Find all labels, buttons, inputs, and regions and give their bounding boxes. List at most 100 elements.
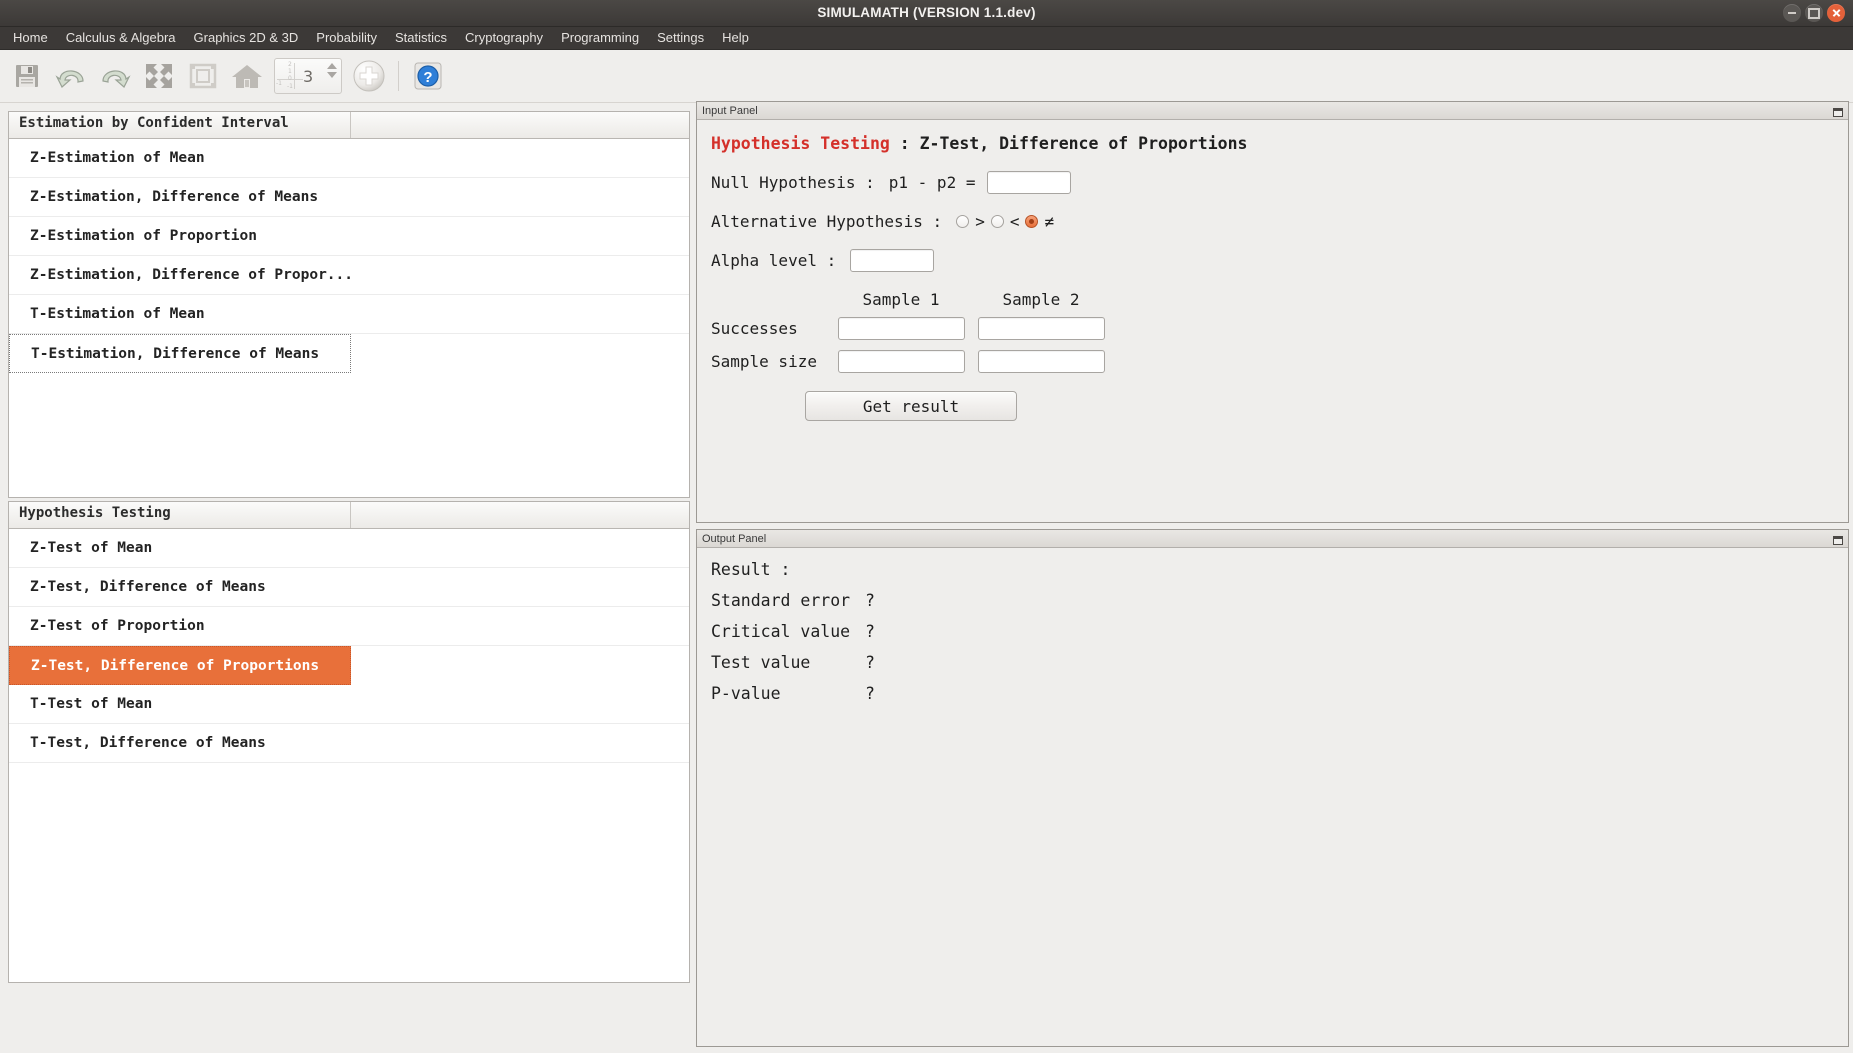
standard-error-value: ?	[865, 591, 875, 610]
list-item[interactable]: Z-Estimation of Mean	[9, 139, 689, 178]
null-hypothesis-input[interactable]	[987, 171, 1072, 194]
fit-frame-icon	[189, 63, 217, 89]
minimize-icon	[1788, 12, 1796, 14]
radio-not-equal[interactable]	[1025, 215, 1039, 228]
list-item[interactable]: T-Test of Mean	[9, 685, 689, 724]
input-panel-heading: Hypothesis Testing : Z-Test, Difference …	[711, 134, 1848, 153]
alpha-level-input[interactable]	[850, 249, 935, 272]
menu-item-help[interactable]: Help	[713, 27, 758, 49]
null-hypothesis-row: Null Hypothesis : p1 - p2 =	[711, 171, 1848, 194]
input-panel-body: Hypothesis Testing : Z-Test, Difference …	[697, 120, 1848, 522]
list-item[interactable]: T-Estimation of Mean	[9, 295, 689, 334]
help-button[interactable]: ?	[407, 53, 449, 99]
undo-button[interactable]	[50, 53, 92, 99]
save-button[interactable]	[6, 53, 48, 99]
sample-size-sample1-input[interactable]	[837, 350, 965, 373]
menu-item-cryptography[interactable]: Cryptography	[456, 27, 552, 49]
close-icon	[1832, 9, 1841, 18]
menu-item-home[interactable]: Home	[4, 27, 57, 49]
input-panel: Input Panel Hypothesis Testing : Z-Test,…	[696, 101, 1849, 523]
minimize-button[interactable]	[1783, 4, 1801, 22]
alternative-symbol-greater: >	[975, 212, 985, 231]
test-value-label: Test value	[711, 653, 811, 672]
list-item[interactable]: Z-Test of Proportion	[9, 607, 689, 646]
application-window: SIMULAMATH (VERSION 1.1.dev) Home Calcul…	[0, 0, 1853, 1053]
radio-greater-than[interactable]	[956, 215, 970, 228]
hypothesis-list-header: Hypothesis Testing	[9, 502, 689, 529]
maximize-button[interactable]	[1805, 4, 1823, 22]
menu-item-calculus[interactable]: Calculus & Algebra	[57, 27, 185, 49]
list-item[interactable]: Z-Estimation of Proportion	[9, 217, 689, 256]
p-value-value: ?	[865, 684, 875, 703]
successes-sample1-input[interactable]	[837, 317, 965, 340]
menu-item-probability[interactable]: Probability	[307, 27, 386, 49]
axis-tick-neg1-y: -1	[287, 83, 293, 90]
heading-hypothesis-testing: Hypothesis Testing	[711, 134, 890, 153]
successes-sample2-input[interactable]	[977, 317, 1105, 340]
menu-item-statistics[interactable]: Statistics	[386, 27, 456, 49]
successes-label: Successes	[711, 319, 798, 338]
output-panel-title-bar: Output Panel	[697, 530, 1848, 548]
null-hypothesis-expression: p1 - p2 =	[888, 173, 976, 192]
list-item-focused[interactable]: T-Estimation, Difference of Means	[9, 334, 351, 373]
svg-text:?: ?	[423, 69, 432, 86]
menu-item-programming[interactable]: Programming	[552, 27, 648, 49]
sample-size-sample2-input[interactable]	[977, 350, 1105, 373]
radio-less-than[interactable]	[990, 215, 1004, 228]
hypothesis-list-body: Z-Test of Mean Z-Test, Difference of Mea…	[9, 529, 689, 982]
menu-item-graphics[interactable]: Graphics 2D & 3D	[185, 27, 308, 49]
sample-size-label: Sample size	[711, 352, 817, 371]
estimation-header-label: Estimation by Confident Interval	[9, 112, 351, 138]
axis-tick-1: 1	[288, 68, 292, 75]
window-title: SIMULAMATH (VERSION 1.1.dev)	[817, 5, 1036, 20]
output-panel-undock-button[interactable]	[1832, 534, 1843, 545]
close-button[interactable]	[1827, 4, 1845, 22]
save-icon	[16, 65, 38, 87]
list-item[interactable]: Z-Estimation, Difference of Means	[9, 178, 689, 217]
spinner-arrows[interactable]	[327, 63, 337, 78]
input-panel-undock-button[interactable]	[1832, 106, 1843, 117]
help-question-icon: ?	[414, 62, 442, 90]
list-item[interactable]: T-Test, Difference of Means	[9, 724, 689, 763]
title-bar: SIMULAMATH (VERSION 1.1.dev)	[0, 0, 1853, 27]
get-result-button[interactable]: Get result	[805, 391, 1017, 421]
result-label-line: Result :	[711, 560, 1848, 579]
sample-grid: Sample 1 Sample 2 Successes Sample size …	[711, 290, 1848, 421]
test-value-value: ?	[865, 653, 875, 672]
axis-tick-2: 2	[288, 61, 292, 68]
list-item[interactable]: Z-Test, Difference of Means	[9, 568, 689, 607]
estimation-header-second	[351, 112, 689, 138]
standard-error-label: Standard error	[711, 591, 851, 610]
spinner-up-icon[interactable]	[327, 63, 337, 69]
axes-preview-icon: 2 1 0 -1 -1	[275, 61, 305, 91]
home-button[interactable]	[226, 53, 268, 99]
hypothesis-header-label: Hypothesis Testing	[9, 502, 351, 528]
axis-tick-0: 0	[288, 75, 292, 82]
spinner-down-icon[interactable]	[327, 72, 337, 78]
sample-size-row: Sample size	[711, 350, 1848, 373]
main-area: Estimation by Confident Interval Z-Estim…	[0, 101, 1853, 1053]
list-item[interactable]: Z-Estimation, Difference of Propor...	[9, 256, 689, 295]
successes-row: Successes	[711, 317, 1848, 340]
redo-icon	[102, 70, 131, 88]
dimension-spinner[interactable]: 2 1 0 -1 -1 3	[274, 58, 342, 94]
list-item-selected[interactable]: Z-Test, Difference of Proportions	[9, 646, 351, 685]
estimation-list: Estimation by Confident Interval Z-Estim…	[8, 111, 690, 498]
right-pane: Input Panel Hypothesis Testing : Z-Test,…	[696, 101, 1849, 1047]
output-panel: Output Panel Result : Standard error ? C…	[696, 529, 1849, 1047]
critical-value-value: ?	[865, 622, 875, 641]
alpha-level-label: Alpha level :	[711, 251, 837, 270]
hypothesis-header-second	[351, 502, 689, 528]
output-panel-title: Output Panel	[702, 532, 767, 545]
add-button[interactable]	[348, 53, 390, 99]
toolbar-separator	[398, 61, 399, 91]
alternative-symbol-notequal: ≠	[1044, 212, 1055, 231]
fit-frame-button[interactable]	[182, 53, 224, 99]
maximize-icon	[1808, 7, 1820, 19]
list-item[interactable]: Z-Test of Mean	[9, 529, 689, 568]
p-value-line: P-value ?	[711, 684, 1848, 703]
result-label: Result :	[711, 560, 791, 579]
expand-button[interactable]	[138, 53, 180, 99]
redo-button[interactable]	[94, 53, 136, 99]
menu-item-settings[interactable]: Settings	[648, 27, 713, 49]
